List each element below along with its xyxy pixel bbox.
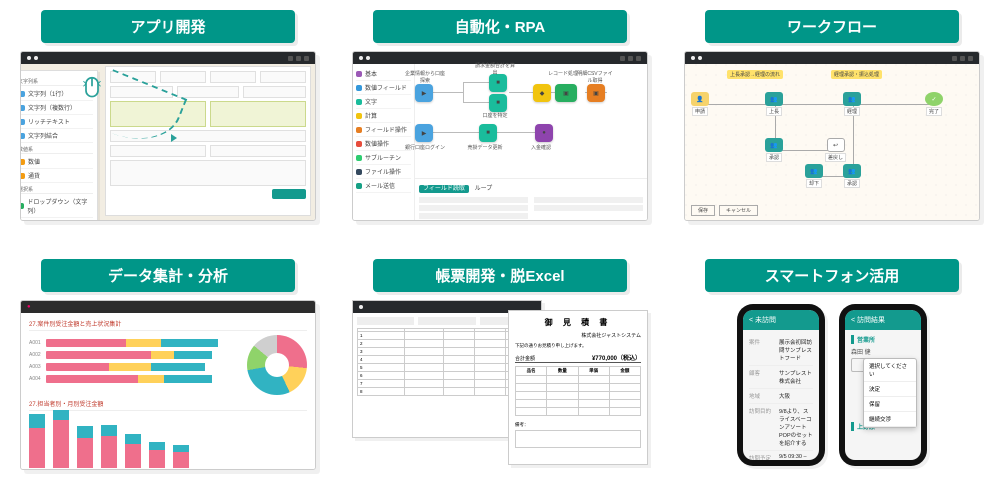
- sheet-heading: 御 見 積 書: [515, 317, 641, 328]
- wf-node[interactable]: 👥経理: [843, 92, 861, 116]
- palette-item[interactable]: 数値: [20, 155, 93, 169]
- window-titlebar: [685, 52, 979, 64]
- rpa-action-list: 基本 数値フィールド 文字 計算 フィールド操作 数値操作 サブルーチン ファイ…: [353, 64, 415, 220]
- card-workflow: ワークフロー 上長承認→経理の流れ 経理承認・振込処理 👤申請 👥上長: [684, 10, 980, 241]
- wf-node[interactable]: ↩差戻し: [825, 138, 846, 162]
- card-analytics: データ集計・分析 ● 27.案件別受注金額と売上状況集計 A001 A002 A…: [20, 259, 316, 490]
- wf-node[interactable]: 👥上長: [765, 92, 783, 116]
- wf-node[interactable]: 👥承認: [843, 164, 861, 188]
- card-title: ワークフロー: [705, 10, 960, 43]
- wf-btn[interactable]: 保存: [691, 205, 715, 216]
- wf-node-start[interactable]: 👤申請: [691, 92, 709, 116]
- palette-item[interactable]: リッチテキスト: [20, 115, 93, 129]
- tab-loop[interactable]: ループ: [471, 185, 497, 193]
- card-title: 自動化・RPA: [373, 10, 628, 43]
- mouse-icon: [83, 76, 101, 100]
- rpa-property-panel: フィールド読取 ループ: [415, 178, 647, 220]
- phone-left: < 未訪問 案件展示会初回訪問サンプレストフード 顧客サンプレスト株式会社 地域…: [737, 304, 825, 466]
- dropdown-option[interactable]: 継続交渉: [864, 412, 916, 427]
- dropdown-option[interactable]: 選択してください: [864, 359, 916, 382]
- report-thumb: 1 2 3 4 5 6 7 8 御 見 積 書 株式会社ジャストシ: [352, 300, 648, 470]
- vbar-chart: 4月 5月 6月 7月 8月 9月 10月: [29, 415, 307, 470]
- wf-node[interactable]: 👥却下: [805, 164, 823, 188]
- window-titlebar: [21, 52, 315, 64]
- list-item[interactable]: 文字: [356, 95, 411, 109]
- card-report: 帳票開発・脱Excel 1 2 3 4 5 6 7: [352, 259, 648, 490]
- list-item[interactable]: サブルーチン: [356, 151, 411, 165]
- card-title: アプリ開発: [41, 10, 296, 43]
- chart-title-1: 27.案件別受注金額と売上状況集計: [29, 319, 307, 331]
- quote-table: 品名数量単価金額: [515, 366, 641, 416]
- rpa-thumb: 基本 数値フィールド 文字 計算 フィールド操作 数値操作 サブルーチン ファイ…: [352, 51, 648, 221]
- list-item[interactable]: 数値フィールド: [356, 81, 411, 95]
- card-title: スマートフォン活用: [705, 259, 960, 292]
- palette-item[interactable]: ドロップダウン（文字列）: [20, 195, 93, 218]
- list-item[interactable]: メール送信: [356, 179, 411, 193]
- palette-item[interactable]: ドロップダウン（数値）: [20, 218, 93, 221]
- workflow-canvas[interactable]: 上長承認→経理の流れ 経理承認・振込処理 👤申請 👥上長 👥経理: [685, 64, 979, 220]
- dropdown-menu[interactable]: 選択してください 決定 保留 継続交渉: [863, 358, 917, 428]
- chart-title-2: 27.担当者別・月別受注金額: [29, 399, 307, 411]
- app-dev-thumb: 文字列系 文字列（1行） 文字列（複数行） リッチテキスト 文字列結合 数値系 …: [20, 51, 316, 221]
- wf-node[interactable]: 👥承認: [765, 138, 783, 162]
- phone-header: < 訪問結果: [845, 310, 921, 330]
- card-rpa: 自動化・RPA 基本 数値フィールド 文字 計算 フィールド操作 数値操作 サブ…: [352, 10, 648, 241]
- pie-chart: [247, 335, 307, 395]
- palette-item[interactable]: 文字列結合: [20, 129, 93, 143]
- phone-detail[interactable]: 案件展示会初回訪問サンプレストフード 顧客サンプレスト株式会社 地域大阪 訪問目…: [743, 330, 819, 460]
- workflow-thumb: 上長承認→経理の流れ 経理承認・振込処理 👤申請 👥上長 👥経理: [684, 51, 980, 221]
- wf-footer-buttons: 保存 キャンセル: [691, 205, 758, 216]
- list-item[interactable]: フィールド操作: [356, 123, 411, 137]
- palette-item[interactable]: 通貨: [20, 169, 93, 183]
- analytics-thumb: ● 27.案件別受注金額と売上状況集計 A001 A002 A003 A004 …: [20, 300, 316, 470]
- list-item[interactable]: 数値操作: [356, 137, 411, 151]
- drag-arrowhead: [171, 134, 177, 142]
- palette-item[interactable]: 文字列（複数行）: [20, 101, 93, 115]
- wf-node-end[interactable]: ✓完了: [925, 92, 943, 116]
- card-title: データ集計・分析: [41, 259, 296, 292]
- window-titlebar: ●: [21, 301, 315, 313]
- card-smartphone: スマートフォン活用 < 未訪問 案件展示会初回訪問サンプレストフード 顧客サンプ…: [684, 259, 980, 490]
- list-item[interactable]: 基本: [356, 67, 411, 81]
- phone-header: < 未訪問: [743, 310, 819, 330]
- list-item[interactable]: ファイル操作: [356, 165, 411, 179]
- phone-right: < 訪問結果 営業所 森田 健 上野原 選択してください 決定 保留 継続交渉: [839, 304, 927, 466]
- dropdown-option[interactable]: 保留: [864, 397, 916, 412]
- quote-sheet: 御 見 積 書 株式会社ジャストシステム 下記の通りお見積り申し上げます。 合計…: [508, 310, 648, 465]
- dropdown-option[interactable]: 決定: [864, 382, 916, 397]
- card-title: 帳票開発・脱Excel: [373, 259, 628, 292]
- list-item[interactable]: 計算: [356, 109, 411, 123]
- hbar-chart: A001 A002 A003 A004: [29, 335, 237, 393]
- wf-btn[interactable]: キャンセル: [719, 205, 758, 216]
- smartphone-thumb: < 未訪問 案件展示会初回訪問サンプレストフード 顧客サンプレスト株式会社 地域…: [684, 300, 980, 470]
- card-app-dev: アプリ開発 文字列系 文字列（1行） 文字列（複数行） リッチテキスト: [20, 10, 316, 241]
- tab-field-read[interactable]: フィールド読取: [419, 185, 469, 193]
